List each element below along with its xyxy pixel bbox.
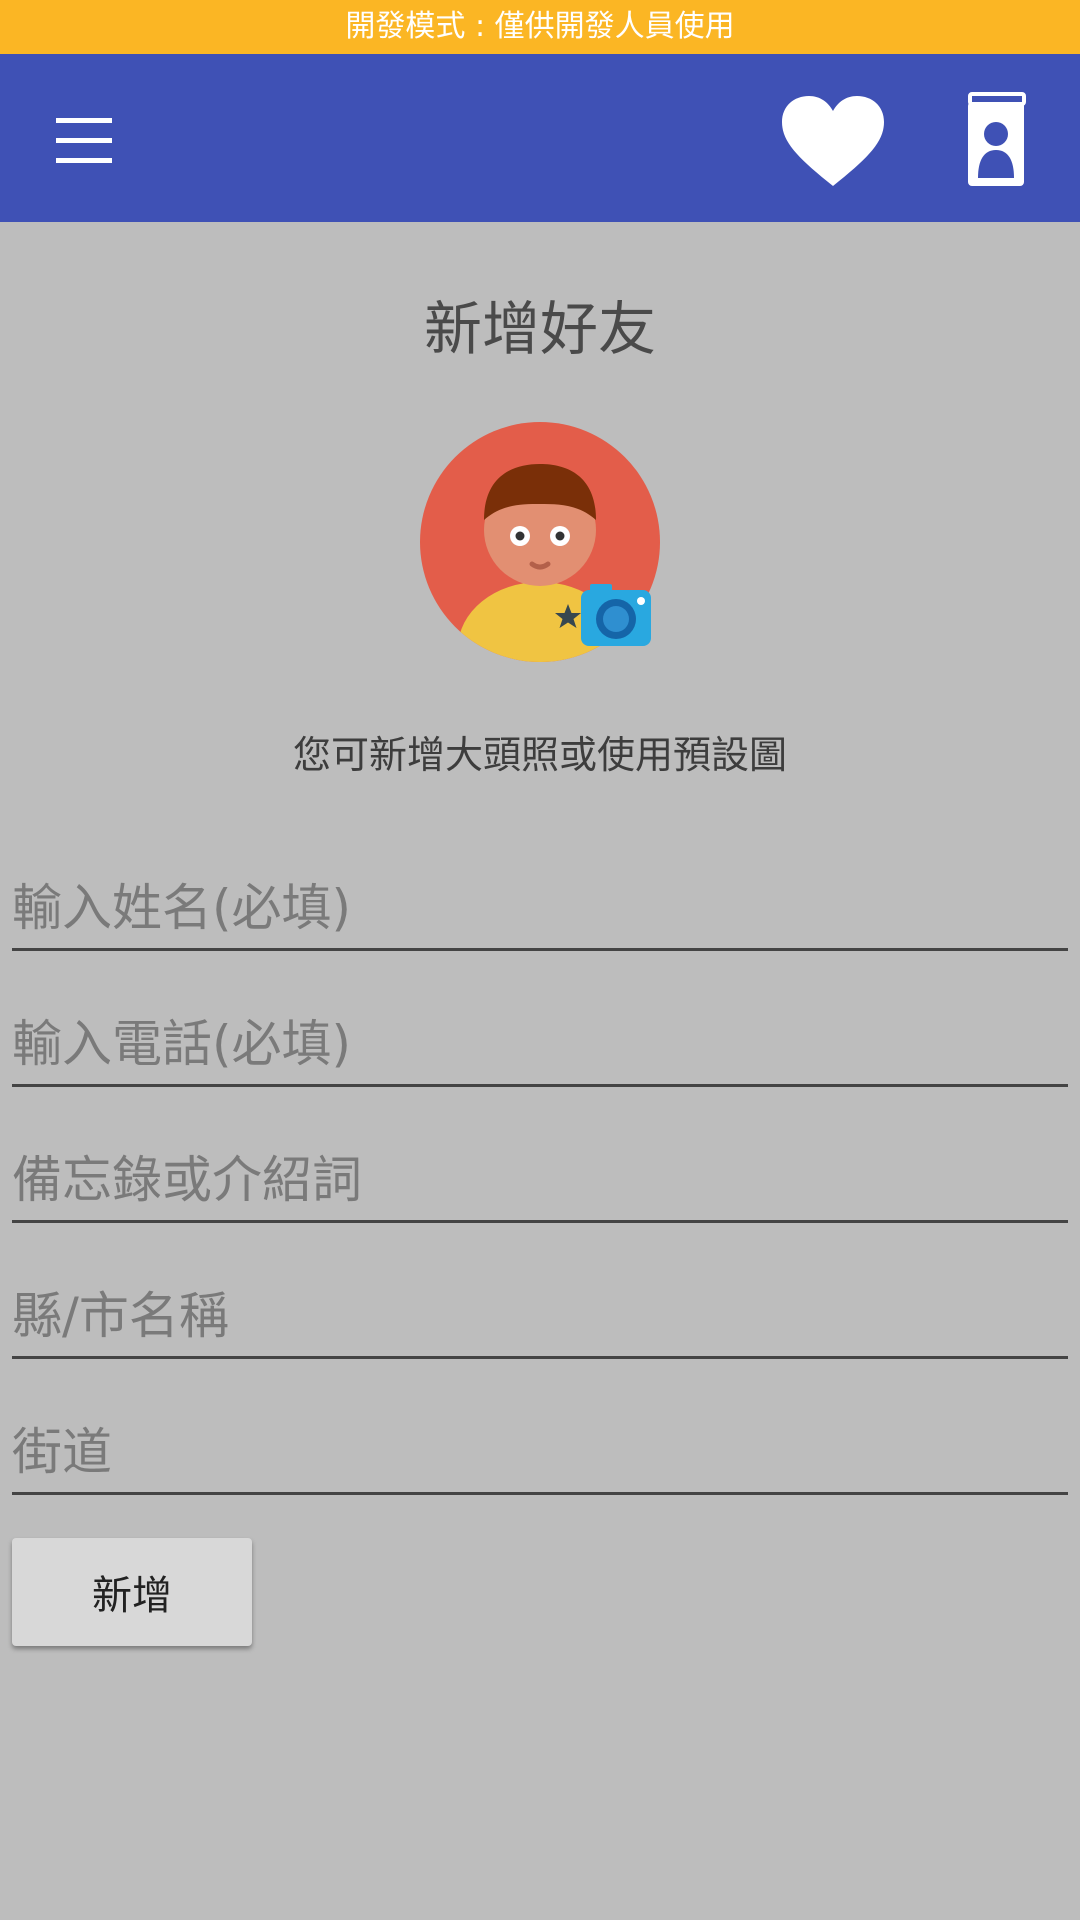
app-bar [0, 54, 1080, 222]
dev-mode-banner: 開發模式 : 僅供開發人員使用 [0, 0, 1080, 54]
default-avatar-with-camera-icon [420, 422, 660, 662]
menu-button[interactable] [28, 98, 140, 182]
contacts-book-button[interactable] [946, 88, 1048, 198]
menu-icon-line-middle [56, 138, 112, 143]
contacts-book-icon [968, 92, 1026, 186]
menu-icon-line-top [56, 118, 112, 123]
add-friend-button[interactable]: 新增 [12, 1538, 252, 1646]
heart-icon [782, 96, 884, 186]
page-title: 新增好友 [423, 295, 656, 363]
favorites-button[interactable] [778, 92, 888, 192]
menu-icon-line-bottom [56, 158, 112, 163]
street-field[interactable] [12, 1412, 1068, 1495]
city-field[interactable] [12, 1276, 1068, 1359]
memo-field[interactable] [12, 1140, 1068, 1223]
phone-field[interactable] [12, 1004, 1068, 1087]
avatar-hint-text: 您可新增大頭照或使用預設圖 [292, 733, 787, 777]
name-field[interactable] [12, 868, 1068, 951]
avatar-picker[interactable] [418, 420, 662, 664]
